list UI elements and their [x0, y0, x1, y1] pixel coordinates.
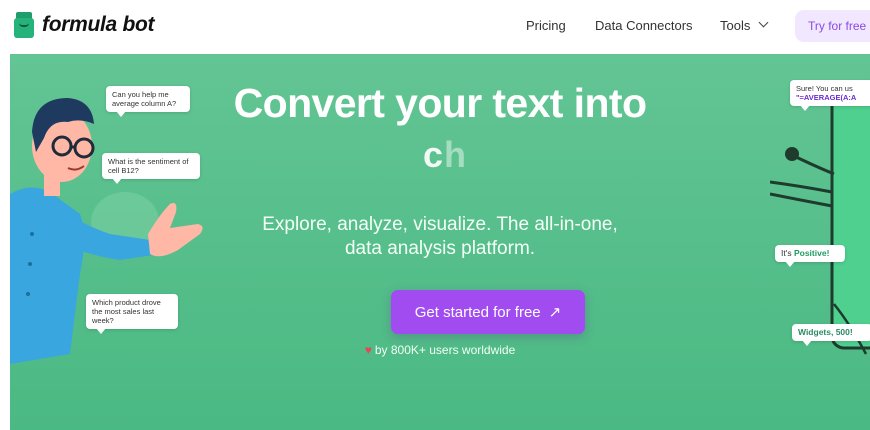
chat-bubble-sentiment: What is the sentiment of cell B12?	[102, 153, 200, 184]
chat-bubble-product-answer: Widgets, 500!	[792, 324, 870, 346]
typed-visible: c	[423, 134, 445, 175]
hero-subtitle-line-1: Explore, analyze, visualize. The all-in-…	[262, 214, 618, 235]
chevron-down-icon[interactable]	[758, 17, 769, 28]
nav-link-pricing[interactable]: Pricing	[526, 18, 566, 33]
hero-typed-text: ch	[423, 134, 467, 176]
chat-bubble-average: Can you help me average column A?	[106, 86, 190, 117]
brand-name: formula bot	[42, 13, 155, 36]
social-proof: ♥ by 800K+ users worldwide	[10, 343, 870, 357]
hero-subtitle-line-2: data analysis platform.	[344, 238, 536, 259]
try-for-free-button[interactable]: Try for free	[795, 10, 870, 42]
heart-icon: ♥	[364, 343, 372, 357]
social-proof-text: by 800K+ users worldwide	[374, 343, 516, 357]
sentiment-prefix: It's	[781, 248, 794, 258]
formula-answer-formula: "=AVERAGE(A:A	[796, 93, 857, 102]
nav-link-tools[interactable]: Tools	[720, 18, 750, 33]
nav-link-data-connectors[interactable]: Data Connectors	[595, 18, 693, 33]
arrow-up-right-icon: ↗	[548, 304, 562, 321]
get-started-label: Get started for free	[414, 304, 541, 321]
brand-logo[interactable]: formula bot	[14, 12, 155, 38]
sentiment-value: Positive!	[793, 248, 830, 258]
hero-section: Convert your text into ch Explore, analy…	[10, 54, 870, 430]
typed-ghost: h	[444, 134, 468, 175]
formula-answer-text: Sure! You can us	[796, 84, 853, 93]
formula-bot-logo-icon	[14, 12, 34, 38]
chat-bubble-formula-answer: Sure! You can us "=AVERAGE(A:A	[790, 80, 870, 111]
chat-bubble-sentiment-answer: It's Positive!	[775, 245, 845, 267]
chat-bubble-product: Which product drove the most sales last …	[86, 294, 178, 334]
get-started-button[interactable]: Get started for free ↗	[391, 290, 585, 334]
top-navbar: formula bot Pricing Data Connectors Tool…	[0, 0, 870, 54]
